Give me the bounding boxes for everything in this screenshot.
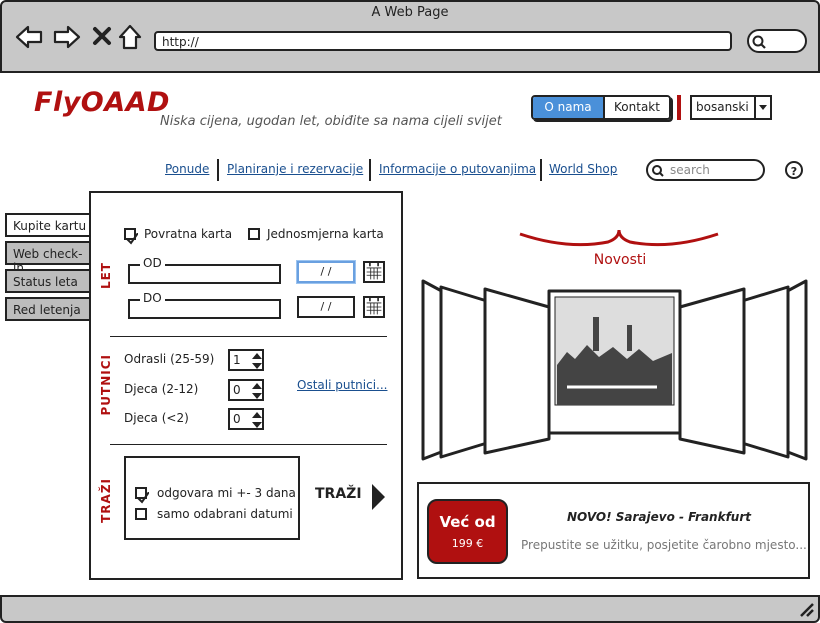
play-arrow-icon[interactable]	[370, 483, 386, 511]
section-divider	[110, 444, 387, 445]
back-arrow-icon[interactable]	[14, 22, 44, 52]
to-label: DO	[140, 291, 165, 305]
resize-grip-icon[interactable]	[797, 600, 815, 618]
stepper-arrows-icon[interactable]	[250, 381, 264, 401]
exact-dates-label: samo odabrani datumi	[157, 507, 293, 521]
search-button[interactable]: TRAŽI	[315, 486, 362, 502]
chevron-down-icon	[759, 105, 767, 110]
address-bar[interactable]: http://	[154, 31, 732, 51]
about-button[interactable]: O nama	[533, 97, 605, 118]
price-badge: Već od 199 €	[427, 499, 508, 564]
nav-link-informacije[interactable]: Informacije o putovanjima	[379, 162, 536, 176]
children-label: Djeca (2-12)	[124, 382, 199, 396]
return-label: Povratna karta	[144, 227, 233, 241]
oneway-checkbox[interactable]	[248, 228, 260, 240]
browser-search-field[interactable]	[747, 29, 807, 53]
from-date-input[interactable]: / /	[297, 261, 355, 283]
badge-price: 199 €	[451, 537, 484, 550]
forward-arrow-icon[interactable]	[52, 22, 82, 52]
stop-icon[interactable]	[88, 22, 118, 52]
carousel-image	[555, 291, 677, 405]
infants-label: Djeca (<2)	[124, 411, 189, 425]
oneway-label: Jednosmjerna karta	[267, 227, 384, 241]
help-icon[interactable]: ?	[785, 161, 803, 179]
window-title: A Web Page	[371, 5, 449, 20]
header-button-group: O nama Kontakt	[531, 95, 671, 120]
tab-red-letenja[interactable]: Red letenja	[5, 297, 91, 321]
from-label: OD	[140, 256, 165, 270]
contact-button[interactable]: Kontakt	[605, 97, 669, 118]
return-checkbox[interactable]	[124, 228, 139, 245]
section-label-putnici: PUTNICI	[99, 354, 113, 416]
tab-status-leta[interactable]: Status leta	[5, 269, 91, 293]
decorative-brace	[519, 229, 719, 247]
section-label-trazi: TRAŽI	[99, 478, 113, 523]
calendar-icon[interactable]	[363, 261, 385, 283]
tab-kupite-kartu[interactable]: Kupite kartu	[5, 213, 94, 237]
search-icon	[652, 165, 664, 177]
nav-link-planiranje[interactable]: Planiranje i rezervacije	[227, 162, 363, 176]
nav-separator	[369, 159, 371, 181]
magnifier-icon	[752, 35, 766, 49]
adults-label: Odrasli (25-59)	[124, 352, 215, 366]
checkmark-icon	[137, 491, 150, 504]
stepper-arrows-icon[interactable]	[250, 351, 264, 371]
section-divider	[110, 336, 387, 337]
home-icon[interactable]	[116, 22, 146, 52]
section-label-let: LET	[99, 262, 113, 290]
badge-title: Već od	[439, 513, 496, 531]
language-dropdown-button[interactable]	[754, 95, 772, 120]
browser-status-bar	[0, 595, 820, 623]
news-title: Novosti	[593, 252, 647, 268]
promo-text: Prepustite se užitku, posjetite čarobno …	[521, 538, 807, 552]
site-logo[interactable]: FlyOAAD	[34, 87, 170, 118]
flex-dates-checkbox[interactable]	[135, 487, 150, 504]
exact-dates-checkbox[interactable]	[135, 508, 147, 520]
calendar-icon[interactable]	[363, 296, 385, 318]
header-divider	[677, 95, 681, 120]
promo-headline: NOVO! Sarajevo - Frankfurt	[567, 510, 751, 524]
nav-separator	[217, 159, 219, 181]
nav-link-world-shop[interactable]: World Shop	[549, 162, 617, 176]
tab-web-check-in[interactable]: Web check-in	[5, 241, 91, 275]
to-date-input[interactable]: / /	[297, 296, 355, 318]
checkmark-icon	[126, 232, 139, 245]
tagline: Niska cijena, ugodan let, obiđite sa nam…	[160, 114, 502, 129]
stepper-arrows-icon[interactable]	[250, 410, 264, 430]
nav-separator	[540, 159, 542, 181]
nav-link-ponude[interactable]: Ponude	[165, 162, 209, 176]
other-passengers-link[interactable]: Ostali putnici...	[297, 378, 387, 392]
flex-dates-label: odgovara mi +- 3 dana	[157, 486, 296, 500]
